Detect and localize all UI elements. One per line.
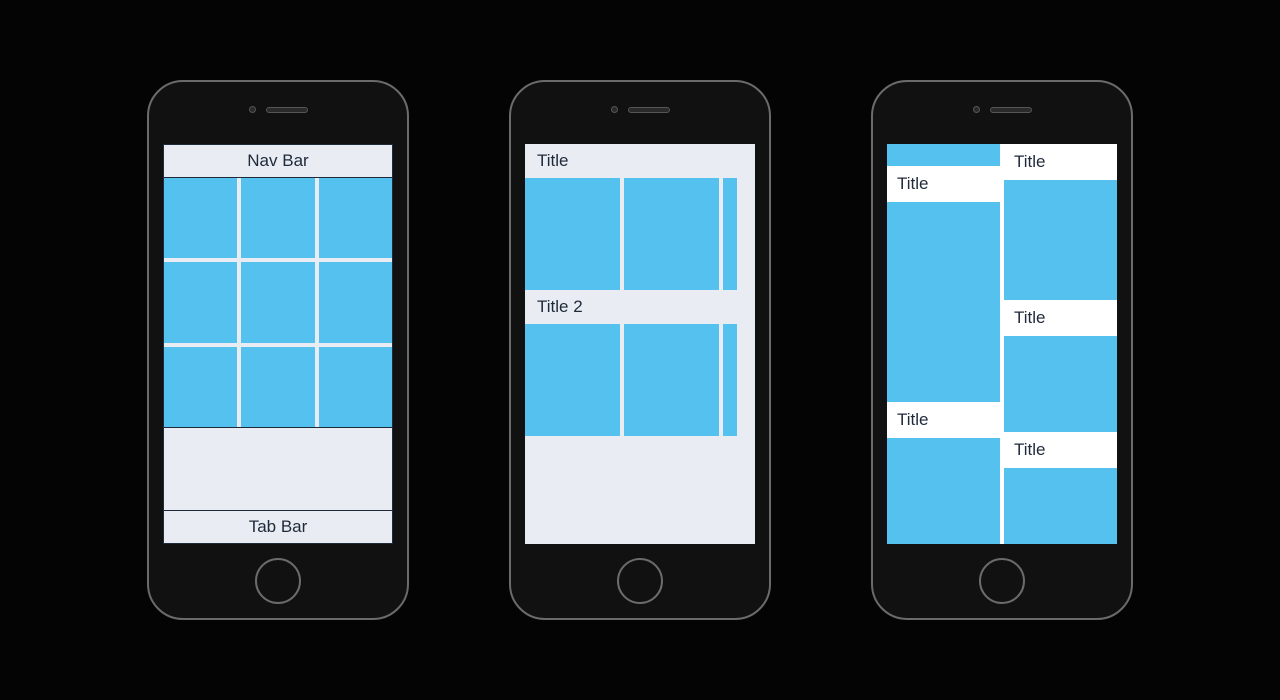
phone-speaker-area <box>611 106 670 113</box>
masonry-tile-partial[interactable] <box>887 438 1000 544</box>
card-title: Title <box>887 402 1000 438</box>
grid-tile[interactable] <box>241 262 314 342</box>
masonry-tile[interactable] <box>1004 336 1117 432</box>
camera-icon <box>973 106 980 113</box>
section-header: Title 2 <box>525 290 755 324</box>
grid-tile[interactable] <box>319 262 392 342</box>
horizontal-scroller[interactable] <box>525 324 755 436</box>
card-tile-partial[interactable] <box>723 324 737 436</box>
nav-bar[interactable]: Nav Bar <box>163 144 393 178</box>
home-button[interactable] <box>979 558 1025 604</box>
phone-speaker-area <box>249 106 308 113</box>
card-title: Title <box>887 166 1000 202</box>
masonry-tile-partial[interactable] <box>887 144 1000 166</box>
speaker-icon <box>990 107 1032 113</box>
card-title: Title <box>1004 300 1117 336</box>
speaker-icon <box>628 107 670 113</box>
camera-icon <box>611 106 618 113</box>
phone-speaker-area <box>973 106 1032 113</box>
card-tile-partial[interactable] <box>723 178 737 290</box>
grid-3x3 <box>163 178 393 428</box>
horizontal-scroller[interactable] <box>525 178 755 290</box>
masonry-column-right: Title Title Title <box>1004 144 1117 544</box>
grid-tile[interactable] <box>319 347 392 427</box>
content-area <box>525 436 755 544</box>
masonry-columns: Title Title Title Title Title <box>887 144 1117 544</box>
grid-tile[interactable] <box>164 178 237 258</box>
screen-sectioned-layout: Title Title 2 <box>525 144 755 544</box>
content-area <box>163 428 393 510</box>
home-button[interactable] <box>617 558 663 604</box>
phone-mockup-sections: Title Title 2 <box>509 80 771 620</box>
phone-mockup-masonry: Title Title Title Title Title <box>871 80 1133 620</box>
card-tile[interactable] <box>525 324 620 436</box>
camera-icon <box>249 106 256 113</box>
home-button[interactable] <box>255 558 301 604</box>
tab-bar[interactable]: Tab Bar <box>163 510 393 544</box>
card-tile[interactable] <box>525 178 620 290</box>
grid-tile[interactable] <box>241 347 314 427</box>
screen-masonry-layout: Title Title Title Title Title <box>887 144 1117 544</box>
masonry-column-left: Title Title <box>887 144 1000 544</box>
grid-tile[interactable] <box>164 347 237 427</box>
grid-tile[interactable] <box>319 178 392 258</box>
masonry-tile-partial[interactable] <box>1004 468 1117 544</box>
grid-tile[interactable] <box>241 178 314 258</box>
screen-grid-layout: Nav Bar Tab Bar <box>163 144 393 544</box>
card-tile[interactable] <box>624 178 719 290</box>
card-tile[interactable] <box>624 324 719 436</box>
card-title: Title <box>1004 432 1117 468</box>
section-header: Title <box>525 144 755 178</box>
card-title: Title <box>1004 144 1117 180</box>
speaker-icon <box>266 107 308 113</box>
masonry-tile[interactable] <box>1004 180 1117 300</box>
grid-tile[interactable] <box>164 262 237 342</box>
masonry-tile[interactable] <box>887 202 1000 402</box>
phone-mockup-grid: Nav Bar Tab Bar <box>147 80 409 620</box>
